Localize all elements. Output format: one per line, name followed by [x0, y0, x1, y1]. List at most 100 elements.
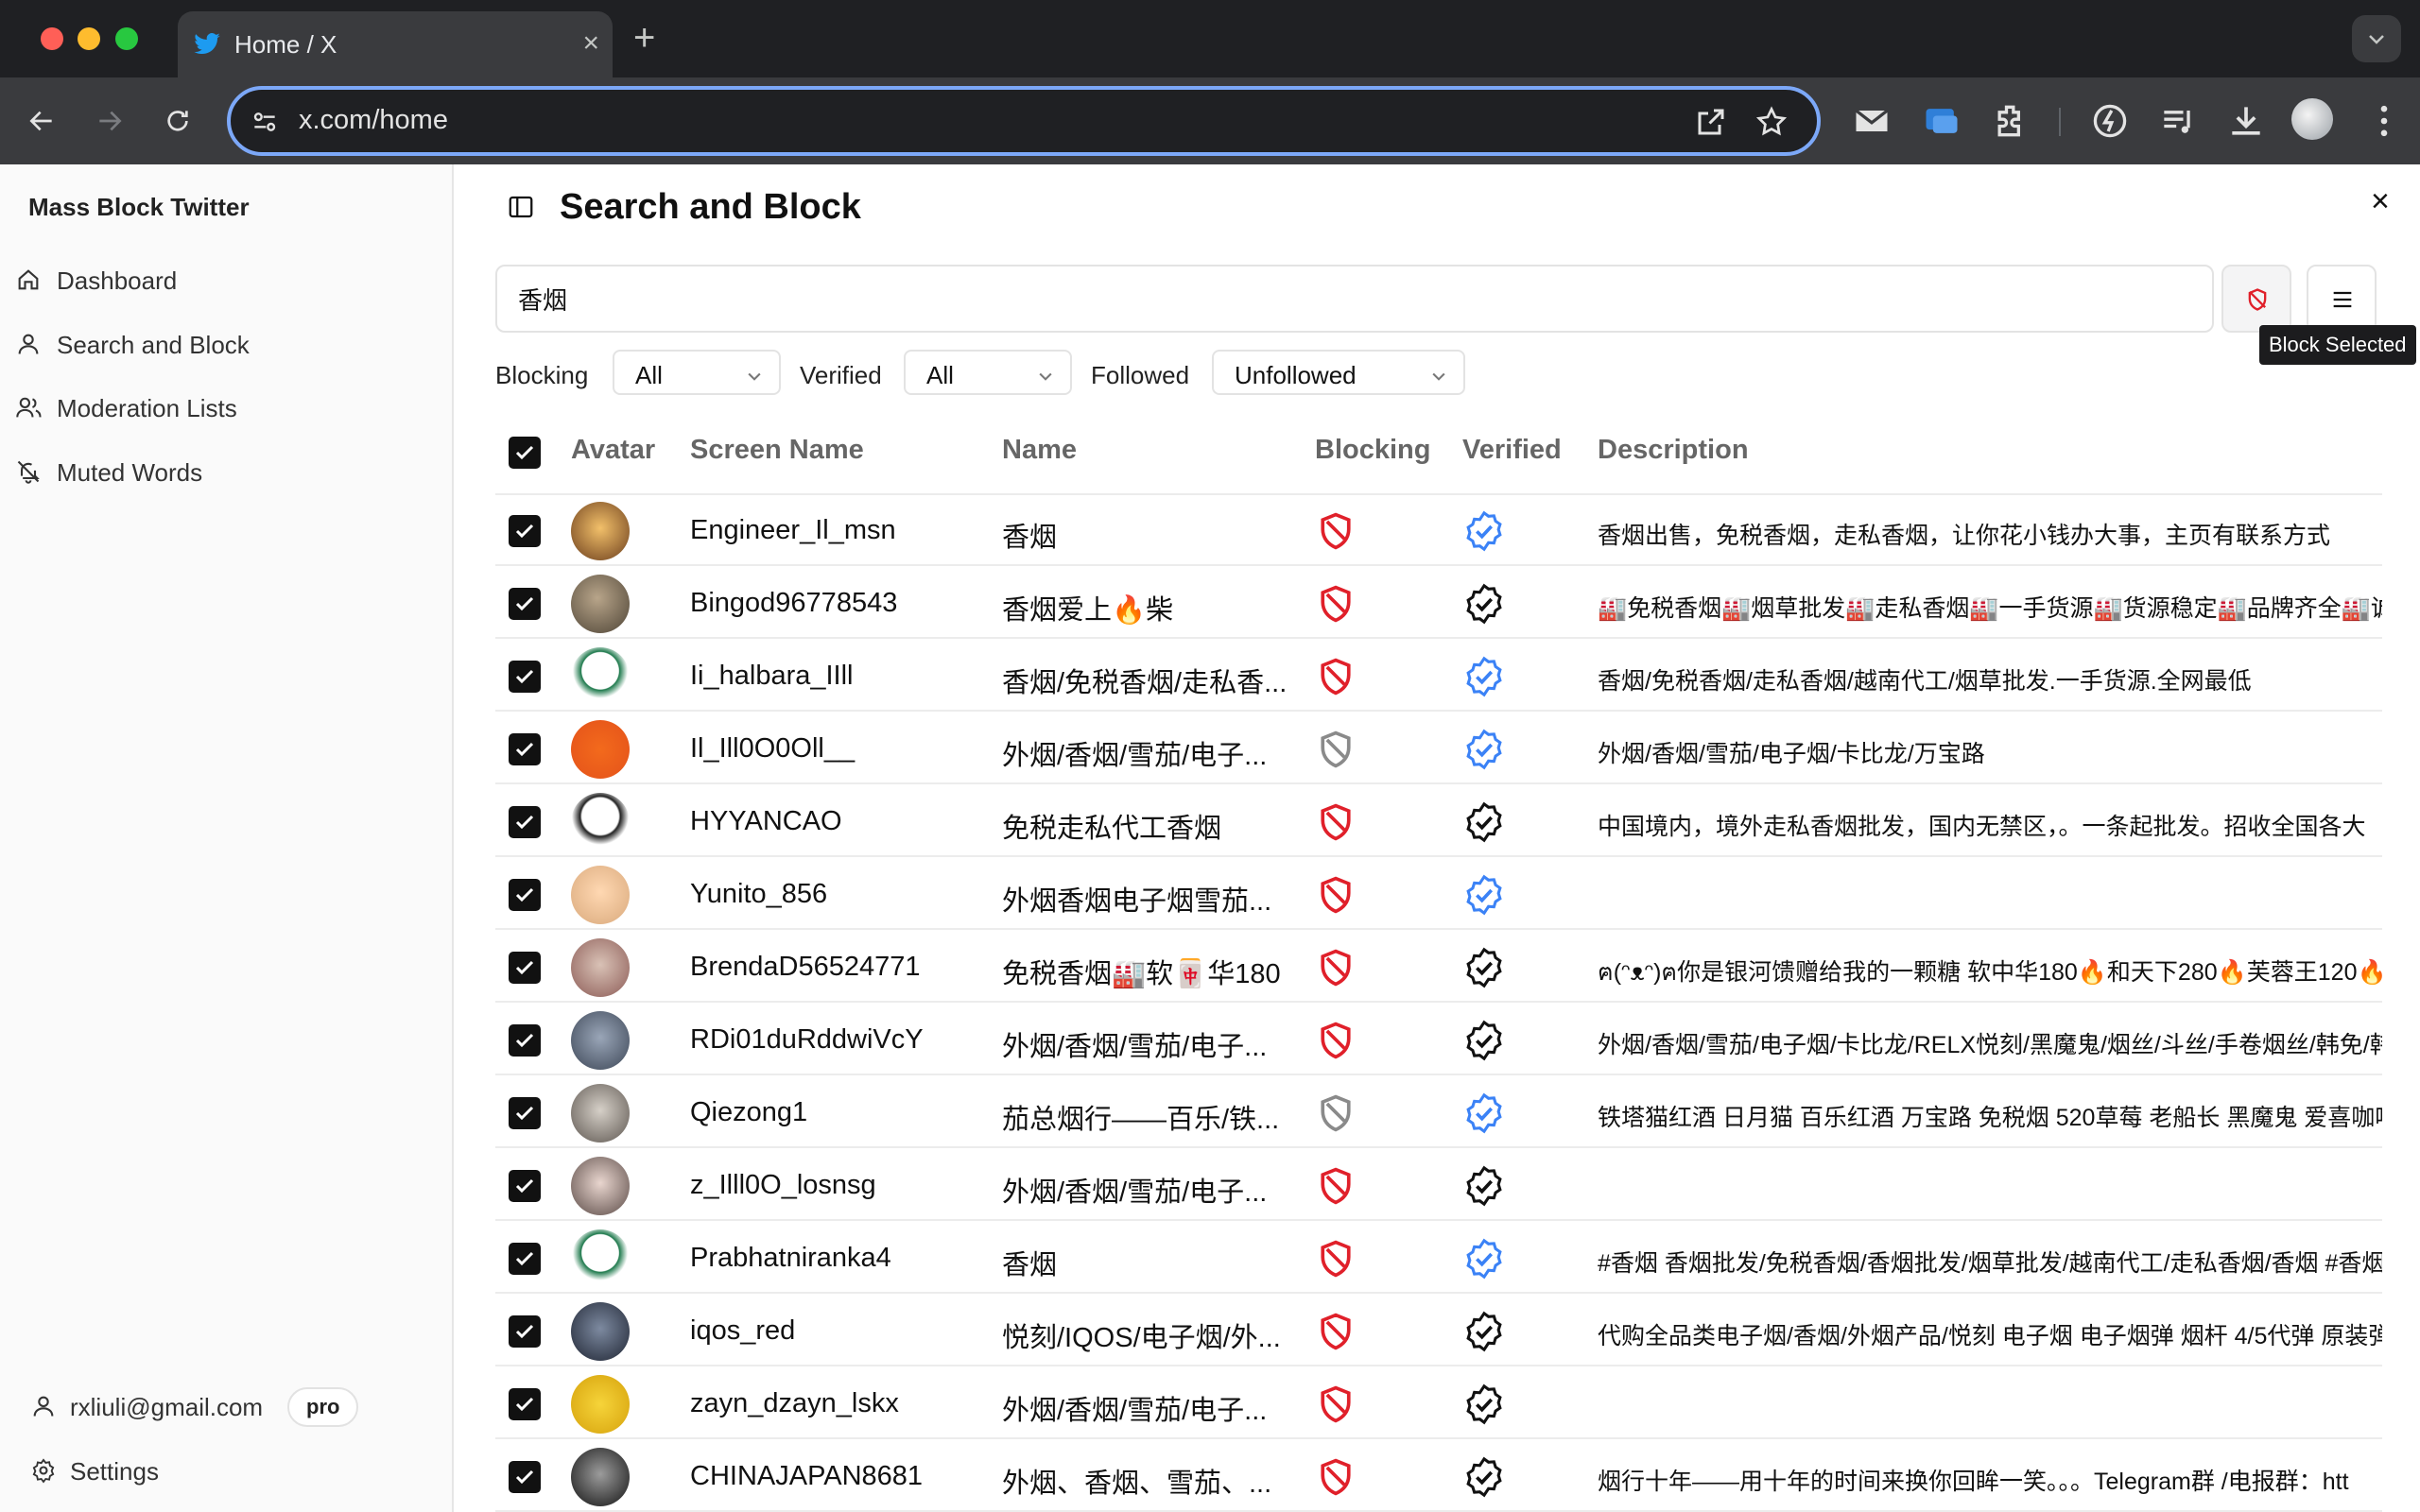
screen-name[interactable]: Bingod96778543: [690, 588, 897, 619]
back-button[interactable]: [19, 98, 64, 144]
blocking-filter-select[interactable]: All: [613, 350, 781, 395]
row-checkbox[interactable]: [509, 951, 541, 984]
extensions-puzzle-icon[interactable]: [1991, 100, 2032, 142]
search-input[interactable]: [495, 265, 2214, 333]
screen-name[interactable]: Qiezong1: [690, 1097, 807, 1128]
row-checkbox[interactable]: [509, 1460, 541, 1493]
avatar[interactable]: [571, 1156, 630, 1215]
row-checkbox[interactable]: [509, 660, 541, 693]
screen-name[interactable]: CHINAJAPAN8681: [690, 1461, 923, 1492]
row-checkbox[interactable]: [509, 1314, 541, 1348]
table-row[interactable]: iqos_red 悦刻/IQOS/电子烟/外... 代购全品类电子烟/香烟/外烟产品…: [495, 1296, 2382, 1366]
avatar[interactable]: [571, 646, 630, 706]
column-header-avatar[interactable]: Avatar: [571, 435, 655, 466]
row-checkbox[interactable]: [509, 1096, 541, 1129]
row-checkbox[interactable]: [509, 587, 541, 620]
screen-name[interactable]: BrendaD56524771: [690, 952, 920, 983]
column-header-verified[interactable]: Verified: [1462, 435, 1562, 466]
sidebar-item-moderation-lists[interactable]: Moderation Lists: [13, 381, 439, 434]
table-row[interactable]: zayn_dzayn_lskx 外烟/香烟/雪茄/电子...: [495, 1368, 2382, 1439]
sidebar-item-muted-words[interactable]: Muted Words: [13, 445, 439, 498]
followed-filter-select[interactable]: Unfollowed: [1212, 350, 1465, 395]
table-row[interactable]: Yunito_856 外烟香烟电子烟雪茄...: [495, 859, 2382, 930]
table-row[interactable]: HYYANCAO 免税走私代工香烟 中国境内，境外走私香烟批发，国内无禁区，。一条起…: [495, 786, 2382, 857]
reload-button[interactable]: [155, 98, 200, 144]
mail-extension-icon[interactable]: [1851, 100, 1893, 142]
avatar[interactable]: [571, 1083, 630, 1143]
avatar[interactable]: [571, 719, 630, 779]
table-row[interactable]: BrendaD56524771 免税香烟🏭软🀄华180 ฅ(ᵔᴥᵔ)ฅ你是银河馈赠给…: [495, 932, 2382, 1003]
sidebar-toggle-icon[interactable]: [507, 193, 535, 221]
maximize-window-button[interactable]: [115, 27, 138, 50]
screen-name[interactable]: Il_Ill0O0Oll__: [690, 733, 855, 765]
url-text[interactable]: x.com/home: [299, 105, 448, 136]
table-row[interactable]: z_Illl0O_losnsg 外烟/香烟/雪茄/电子...: [495, 1150, 2382, 1221]
site-settings-icon[interactable]: [250, 107, 280, 137]
sidebar-item-search-and-block[interactable]: Search and Block: [13, 318, 439, 370]
avatar[interactable]: [571, 937, 630, 997]
more-menu-icon[interactable]: [2363, 100, 2405, 142]
avatar[interactable]: [571, 1228, 630, 1288]
settings-item[interactable]: Settings: [13, 1444, 439, 1497]
verified-filter-select[interactable]: All: [904, 350, 1072, 395]
avatar[interactable]: [571, 574, 630, 633]
row-checkbox[interactable]: [509, 732, 541, 765]
screen-name[interactable]: Ii_halbara_IIll: [690, 661, 854, 692]
open-in-app-icon[interactable]: [1694, 105, 1728, 139]
table-row[interactable]: Qiezong1 茄总烟行——百乐/铁... 铁塔猫红酒 日月猫 百乐红酒 万宝路 …: [495, 1077, 2382, 1148]
screen-name[interactable]: Engineer_Il_msn: [690, 515, 896, 546]
tab-list-button[interactable]: [2352, 15, 2401, 62]
screen-name[interactable]: HYYANCAO: [690, 806, 842, 837]
column-header-description[interactable]: Description: [1598, 435, 1749, 466]
avatar[interactable]: [571, 792, 630, 851]
column-header-blocking[interactable]: Blocking: [1315, 435, 1430, 466]
screen-name[interactable]: z_Illl0O_losnsg: [690, 1170, 876, 1201]
table-row[interactable]: CHINAJAPAN8681 外烟、香烟、雪茄、... 烟行十年——用十年的时间来换…: [495, 1441, 2382, 1512]
close-icon[interactable]: ×: [2371, 183, 2390, 220]
bookmark-star-icon[interactable]: [1754, 105, 1789, 139]
screen-name[interactable]: RDi01duRddwiVcY: [690, 1024, 924, 1056]
row-checkbox[interactable]: [509, 805, 541, 838]
download-icon[interactable]: [2225, 100, 2267, 142]
table-row[interactable]: Prabhatniranka4 香烟 #香烟 香烟批发/免税香烟/香烟批发/烟草批发…: [495, 1223, 2382, 1294]
avatar[interactable]: [571, 501, 630, 560]
avatar[interactable]: [571, 1447, 630, 1506]
media-controls-icon[interactable]: [2157, 100, 2199, 142]
forward-button[interactable]: [87, 98, 132, 144]
minimize-window-button[interactable]: [78, 27, 100, 50]
table-row[interactable]: Il_Ill0O0Oll__ 外烟/香烟/雪茄/电子... 外烟/香烟/雪茄/电子烟…: [495, 713, 2382, 784]
table-row[interactable]: Ii_halbara_IIll 香烟/免税香烟/走私香... 香烟/免税香烟/走私香…: [495, 641, 2382, 712]
row-checkbox[interactable]: [509, 1169, 541, 1202]
profile-avatar[interactable]: [2291, 98, 2333, 140]
table-row[interactable]: Engineer_Il_msn 香烟 香烟出售，免税香烟，走私香烟，让你花小钱办大事…: [495, 495, 2382, 566]
translate-extension-icon[interactable]: [1921, 100, 1962, 142]
address-bar[interactable]: x.com/home: [227, 86, 1821, 156]
account-item[interactable]: rxliuli@gmail.com pro: [13, 1380, 439, 1433]
row-checkbox[interactable]: [509, 878, 541, 911]
column-header-screen-name[interactable]: Screen Name: [690, 435, 864, 466]
table-row[interactable]: RDi01duRddwiVcY 外烟/香烟/雪茄/电子... 外烟/香烟/雪茄/电子…: [495, 1005, 2382, 1075]
screen-name[interactable]: Yunito_856: [690, 879, 827, 910]
screen-name[interactable]: Prabhatniranka4: [690, 1243, 891, 1274]
column-header-name[interactable]: Name: [1002, 435, 1077, 466]
close-window-button[interactable]: [41, 27, 63, 50]
avatar[interactable]: [571, 1301, 630, 1361]
row-checkbox[interactable]: [509, 514, 541, 547]
select-all-checkbox[interactable]: [509, 437, 541, 469]
avatar[interactable]: [571, 1010, 630, 1070]
avatar[interactable]: [571, 1374, 630, 1434]
avatar[interactable]: [571, 865, 630, 924]
row-checkbox[interactable]: [509, 1023, 541, 1057]
table-row[interactable]: Bingod96778543 香烟爱上🔥柴 🏭免税香烟🏭烟草批发🏭走私香烟🏭一手货源…: [495, 568, 2382, 639]
block-selected-button[interactable]: [2221, 265, 2291, 333]
screen-name[interactable]: iqos_red: [690, 1315, 795, 1347]
row-checkbox[interactable]: [509, 1387, 541, 1420]
sidebar-item-dashboard[interactable]: Dashboard: [13, 253, 439, 306]
browser-tab-home[interactable]: Home / X ×: [178, 11, 613, 77]
performance-bolt-icon[interactable]: [2089, 100, 2131, 142]
tab-close-icon[interactable]: ×: [582, 26, 599, 60]
row-checkbox[interactable]: [509, 1242, 541, 1275]
new-tab-button[interactable]: +: [633, 19, 655, 57]
menu-button[interactable]: [2307, 265, 2377, 333]
screen-name[interactable]: zayn_dzayn_lskx: [690, 1388, 899, 1419]
